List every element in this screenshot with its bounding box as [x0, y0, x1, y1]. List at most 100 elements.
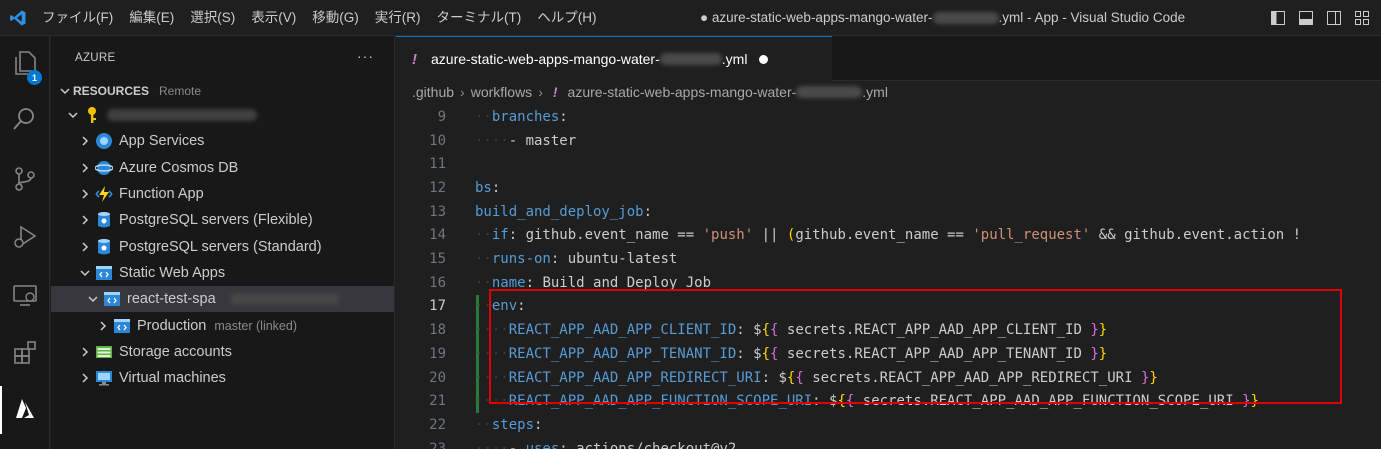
- code-text: bs:: [475, 179, 501, 196]
- code-line: 15 ··runs-on: ubuntu-latest: [396, 247, 1381, 271]
- explorer-button[interactable]: 1: [0, 40, 50, 88]
- line-number: 19: [429, 345, 446, 362]
- subscription-row[interactable]: [51, 102, 394, 128]
- azure-button[interactable]: [0, 386, 50, 434]
- tree-item-postgresql-standard[interactable]: PostgreSQL servers (Standard): [51, 233, 394, 259]
- more-actions-icon[interactable]: ···: [357, 48, 374, 64]
- breadcrumb-workflows[interactable]: workflows: [471, 84, 532, 100]
- key-icon: [81, 106, 103, 124]
- code-string: 'pull_request': [972, 227, 1091, 244]
- tree-item-label: PostgreSQL servers (Flexible): [119, 212, 313, 229]
- tab-bar: ! azure-static-web-apps-mango-water- .yml: [396, 36, 1381, 81]
- toggle-secondary-sidebar-icon[interactable]: [1323, 7, 1345, 29]
- yaml-value: - master: [508, 132, 577, 149]
- unsaved-dot-icon[interactable]: [759, 54, 769, 64]
- tree-item-cosmos-db[interactable]: Azure Cosmos DB: [51, 155, 394, 181]
- remote-explorer-button[interactable]: [0, 272, 50, 320]
- code-line: 12 bs:: [396, 176, 1381, 200]
- yaml-key: if: [491, 227, 509, 244]
- line-number: 10: [429, 132, 446, 149]
- line-number: 9: [437, 108, 446, 125]
- resources-section-header[interactable]: RESOURCES Remote: [51, 80, 394, 102]
- chevron-down-icon: [65, 109, 81, 121]
- toggle-primary-sidebar-icon[interactable]: [1267, 7, 1289, 29]
- tree-item-label: Function App: [119, 186, 204, 203]
- code-text: build_and_deploy_job:: [475, 203, 653, 220]
- tree-item-function-app[interactable]: Function App: [51, 181, 394, 207]
- breadcrumb-file-prefix[interactable]: azure-static-web-apps-mango-water-: [568, 84, 797, 100]
- section-subtitle: Remote: [159, 84, 202, 98]
- layout-controls: [1267, 0, 1381, 36]
- source-control-icon: [11, 165, 39, 196]
- cosmos-db-icon: [93, 159, 115, 177]
- virtual-machine-icon: [93, 369, 115, 387]
- menu-file[interactable]: ファイル(F): [36, 0, 121, 36]
- chevron-right-icon: [95, 320, 111, 332]
- tree-item-label: PostgreSQL servers (Standard): [119, 238, 322, 255]
- app-services-icon: [93, 132, 115, 150]
- explorer-badge: 1: [27, 70, 42, 85]
- tree-item-label: react-test-spa: [127, 291, 216, 308]
- menu-bar: ファイル(F) 編集(E) 選択(S) 表示(V) 移動(G) 実行(R) ター…: [36, 0, 605, 36]
- redacted-app-description: [229, 293, 340, 306]
- breadcrumb-github[interactable]: .github: [412, 84, 454, 100]
- line-number: 17: [429, 298, 446, 315]
- menu-selection[interactable]: 選択(S): [182, 0, 243, 36]
- tree-item-app-services[interactable]: App Services: [51, 128, 394, 154]
- chevron-right-icon: ›: [538, 84, 543, 100]
- section-title: RESOURCES: [73, 84, 150, 98]
- menu-view[interactable]: 表示(V): [243, 0, 304, 36]
- redacted-text: [796, 86, 863, 98]
- redacted-subscription-name: [107, 109, 257, 122]
- tab-workflow-yml[interactable]: ! azure-static-web-apps-mango-water- .yml: [396, 36, 832, 81]
- code-text: ··runs-on: ubuntu-latest: [475, 251, 678, 268]
- postgresql-icon: [93, 238, 115, 256]
- chevron-down-icon: [85, 293, 101, 305]
- code-string: 'push': [702, 227, 754, 244]
- tree-item-static-web-apps[interactable]: Static Web Apps: [51, 260, 394, 286]
- menu-terminal[interactable]: ターミナル(T): [429, 0, 530, 36]
- postgresql-icon: [93, 211, 115, 229]
- breadcrumb-file-suffix[interactable]: .yml: [862, 84, 888, 100]
- tree-item-production[interactable]: Production master (linked): [51, 312, 394, 338]
- menu-run[interactable]: 実行(R): [367, 0, 429, 36]
- line-number: 12: [429, 179, 446, 196]
- line-number: 14: [429, 227, 446, 244]
- yaml-key: runs-on: [491, 251, 551, 268]
- extensions-icon: [11, 339, 39, 370]
- customize-layout-icon[interactable]: [1351, 7, 1373, 29]
- run-debug-icon: [11, 223, 39, 254]
- source-control-button[interactable]: [0, 156, 50, 204]
- yaml-dash: -: [508, 440, 526, 449]
- code-text: ····- master: [475, 132, 577, 149]
- run-debug-button[interactable]: [0, 214, 50, 262]
- tab-label-prefix: azure-static-web-apps-mango-water-: [431, 51, 660, 67]
- menu-go[interactable]: 移動(G): [304, 0, 367, 36]
- tree-item-virtual-machines[interactable]: Virtual machines: [51, 365, 394, 391]
- chevron-right-icon: [77, 162, 93, 174]
- menu-help[interactable]: ヘルプ(H): [529, 0, 604, 36]
- code-expr: ||: [753, 227, 787, 244]
- vscode-logo-icon: [0, 0, 36, 36]
- window-title-prefix: ● azure-static-web-apps-mango-water-: [700, 10, 933, 25]
- chevron-down-icon: [77, 267, 93, 279]
- tab-label-suffix: .yml: [721, 51, 748, 67]
- tree-item-storage-accounts[interactable]: Storage accounts: [51, 339, 394, 365]
- line-number: 15: [429, 251, 446, 268]
- tree-item-react-test-spa[interactable]: react-test-spa: [51, 286, 394, 313]
- code-expr: github.event_name ==: [795, 227, 973, 244]
- extensions-button[interactable]: [0, 330, 50, 378]
- tree-item-description: master (linked): [214, 318, 297, 333]
- tree-item-label: Static Web Apps: [119, 264, 226, 281]
- menu-edit[interactable]: 編集(E): [121, 0, 182, 36]
- line-number: 22: [429, 416, 446, 433]
- tree-item-postgresql-flexible[interactable]: PostgreSQL servers (Flexible): [51, 207, 394, 233]
- tree-item-label: Azure Cosmos DB: [119, 159, 239, 176]
- static-web-app-icon: [101, 290, 123, 308]
- code-line: 22 ··steps:: [396, 413, 1381, 437]
- title-bar: ファイル(F) 編集(E) 選択(S) 表示(V) 移動(G) 実行(R) ター…: [0, 0, 1381, 36]
- azure-icon: [12, 396, 38, 425]
- search-button[interactable]: [0, 96, 50, 144]
- highlight-annotation-box: [489, 289, 1342, 404]
- toggle-panel-icon[interactable]: [1295, 7, 1317, 29]
